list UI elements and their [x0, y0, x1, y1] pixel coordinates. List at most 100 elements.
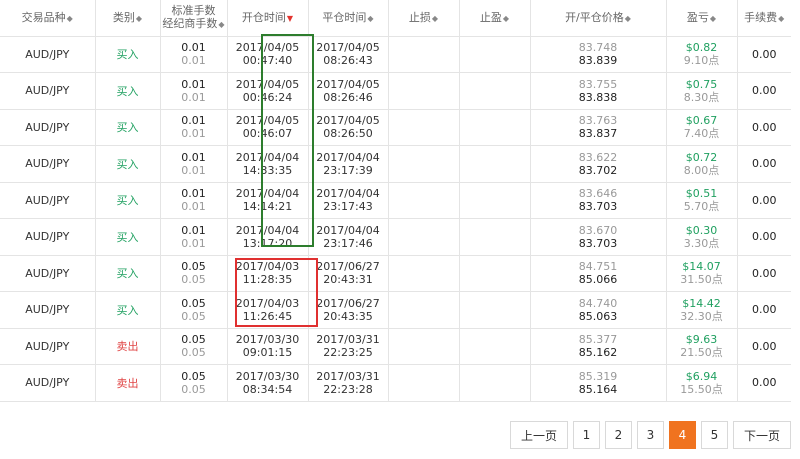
sort-desc-icon: ▼ [286, 13, 294, 23]
close-time-cell: 2017/03/31 22:23:25 [307, 328, 388, 365]
col-header-take-profit[interactable]: 止盈◆ [458, 0, 530, 37]
lots-cell: 0.05 0.05 [159, 364, 227, 402]
side-label: 买入 [116, 157, 139, 171]
table-row: AUD/JPY 买入 0.05 0.05 2017/04/03 11:28:35 2017/… [0, 255, 791, 292]
side-cell: 买入 [94, 72, 160, 110]
sort-both-icon: ◆ [709, 13, 717, 23]
symbol-cell: AUD/JPY [0, 364, 95, 402]
lots-cell: 0.05 0.05 [159, 255, 227, 292]
col-header-close-time[interactable]: 平仓时间◆ [307, 0, 388, 37]
table-row: AUD/JPY 买入 0.01 0.01 2017/04/05 00:46:07 2017/… [0, 109, 791, 146]
pl-cell: $9.63 21.50点 [665, 328, 737, 365]
lots-cell: 0.01 0.01 [159, 72, 227, 110]
price-cell: 83.646 83.703 [529, 182, 666, 219]
price-cell: 84.740 85.063 [529, 291, 666, 329]
fee-cell: 0.00 [736, 328, 791, 365]
side-label: 买入 [116, 230, 139, 244]
price-cell: 83.670 83.703 [529, 218, 666, 256]
close-time-cell: 2017/06/27 20:43:35 [307, 291, 388, 329]
side-cell: 买入 [94, 182, 160, 219]
open-time-cell: 2017/04/04 13:17:20 [226, 218, 308, 256]
prev-page-button[interactable]: 上一页 [509, 421, 568, 449]
table-row: AUD/JPY 买入 0.01 0.01 2017/04/04 13:17:20 2017/… [0, 218, 791, 256]
symbol-cell: AUD/JPY [0, 145, 95, 183]
col-header-pl[interactable]: 盈亏◆ [665, 0, 737, 37]
col-header-stop-loss[interactable]: 止损◆ [387, 0, 459, 37]
price-cell: 83.748 83.839 [529, 36, 666, 73]
table-header-row: 交易品种◆ 类别◆ 标准手数 经纪商手数◆ 开仓时间▼ 平仓时间◆ 止损◆ 止盈◆… [0, 0, 791, 37]
table-row: AUD/JPY 买入 0.01 0.01 2017/04/05 00:47:40 2017/… [0, 36, 791, 73]
price-cell: 83.755 83.838 [529, 72, 666, 110]
trade-history-table: 交易品种◆ 类别◆ 标准手数 经纪商手数◆ 开仓时间▼ 平仓时间◆ 止损◆ 止盈◆… [0, 0, 791, 402]
side-cell: 买入 [94, 255, 160, 292]
symbol-cell: AUD/JPY [0, 109, 95, 146]
sort-both-icon: ◆ [66, 13, 73, 23]
page-button-1[interactable]: 1 [572, 421, 600, 449]
stop-loss-cell [387, 291, 459, 329]
take-profit-cell [458, 364, 530, 402]
symbol-cell: AUD/JPY [0, 291, 95, 329]
table-row: AUD/JPY 买入 0.01 0.01 2017/04/04 14:33:35 2017/… [0, 145, 791, 183]
page-button-4-current[interactable]: 4 [668, 421, 696, 449]
close-time-cell: 2017/04/04 23:17:39 [307, 145, 388, 183]
symbol-cell: AUD/JPY [0, 72, 95, 110]
side-label: 买入 [116, 194, 139, 208]
stop-loss-cell [387, 182, 459, 219]
symbol-cell: AUD/JPY [0, 328, 95, 365]
close-time-cell: 2017/04/04 23:17:43 [307, 182, 388, 219]
fee-cell: 0.00 [736, 36, 791, 73]
stop-loss-cell [387, 36, 459, 73]
close-time-cell: 2017/04/05 08:26:50 [307, 109, 388, 146]
pagination: 上一页 1 2 3 4 5 下一页 [509, 421, 791, 449]
side-cell: 买入 [94, 36, 160, 73]
page-button-3[interactable]: 3 [636, 421, 664, 449]
col-header-fee[interactable]: 手续费◆ [736, 0, 791, 37]
take-profit-cell [458, 218, 530, 256]
lots-cell: 0.01 0.01 [159, 145, 227, 183]
side-label: 买入 [116, 303, 139, 317]
pl-cell: $14.42 32.30点 [665, 291, 737, 329]
symbol-cell: AUD/JPY [0, 36, 95, 73]
pl-cell: $0.72 8.00点 [665, 145, 737, 183]
side-label: 买入 [116, 84, 139, 98]
sort-both-icon: ◆ [431, 13, 439, 23]
open-time-cell: 2017/04/04 14:14:21 [226, 182, 308, 219]
next-page-button[interactable]: 下一页 [732, 421, 791, 449]
symbol-cell: AUD/JPY [0, 218, 95, 256]
sort-both-icon: ◆ [367, 13, 374, 23]
side-label: 买入 [116, 121, 139, 135]
table-row: AUD/JPY 买入 0.01 0.01 2017/04/04 14:14:21 2017/… [0, 182, 791, 219]
close-time-cell: 2017/03/31 22:23:28 [307, 364, 388, 402]
take-profit-cell [458, 145, 530, 183]
sort-both-icon: ◆ [135, 13, 143, 23]
col-header-open-time[interactable]: 开仓时间▼ [226, 0, 308, 37]
side-cell: 买入 [94, 218, 160, 256]
page-button-2[interactable]: 2 [604, 421, 632, 449]
col-header-price[interactable]: 开/平仓价格◆ [529, 0, 666, 37]
pl-cell: $0.82 9.10点 [665, 36, 737, 73]
table-row: AUD/JPY 买入 0.05 0.05 2017/04/03 11:26:45 2017/… [0, 291, 791, 329]
col-header-side[interactable]: 类别◆ [94, 0, 160, 37]
pl-cell: $6.94 15.50点 [665, 364, 737, 402]
price-cell: 85.319 85.164 [529, 364, 666, 402]
pl-cell: $14.07 31.50点 [665, 255, 737, 292]
side-label: 卖出 [116, 340, 139, 354]
fee-cell: 0.00 [736, 218, 791, 256]
close-time-cell: 2017/04/04 23:17:46 [307, 218, 388, 256]
open-time-cell: 2017/04/04 14:33:35 [226, 145, 308, 183]
lots-cell: 0.01 0.01 [159, 36, 227, 73]
fee-cell: 0.00 [736, 109, 791, 146]
take-profit-cell [458, 72, 530, 110]
stop-loss-cell [387, 72, 459, 110]
open-time-cell: 2017/03/30 08:34:54 [226, 364, 308, 402]
col-header-symbol[interactable]: 交易品种◆ [0, 0, 95, 37]
price-cell: 83.622 83.702 [529, 145, 666, 183]
col-header-lots[interactable]: 标准手数 经纪商手数◆ [159, 0, 227, 37]
page-button-5[interactable]: 5 [700, 421, 728, 449]
take-profit-cell [458, 255, 530, 292]
take-profit-cell [458, 109, 530, 146]
table-row: AUD/JPY 买入 0.01 0.01 2017/04/05 00:46:24 2017/… [0, 72, 791, 110]
pl-cell: $0.51 5.70点 [665, 182, 737, 219]
close-time-cell: 2017/04/05 08:26:43 [307, 36, 388, 73]
close-time-cell: 2017/04/05 08:26:46 [307, 72, 388, 110]
